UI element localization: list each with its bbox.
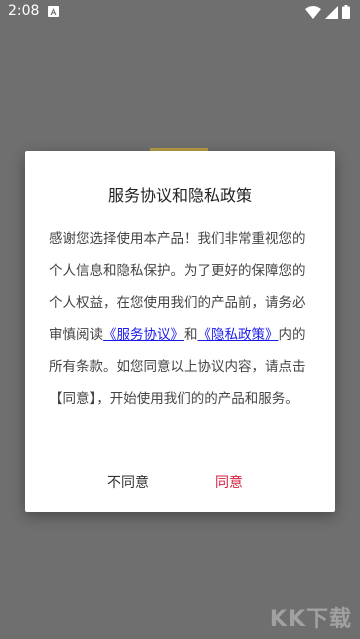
body-and-text: 和 [184, 327, 198, 343]
watermark-logo: KK下载 [269, 607, 352, 632]
dialog-title: 服务协议和隐私政策 [107, 186, 252, 205]
privacy-policy-link[interactable]: 《隐私政策》 [198, 327, 279, 343]
notification-a-icon [48, 6, 59, 17]
service-agreement-link[interactable]: 《服务协议》 [103, 327, 184, 343]
signal-icon [325, 5, 338, 19]
battery-icon [342, 5, 350, 19]
dialog-body: 感谢您选择使用本产品！我们非常重视您的个人信息和隐私保护。为了更好的保障您的个人… [49, 223, 315, 415]
dialog-actions: 不同意 同意 [25, 468, 335, 498]
agreement-dialog: 服务协议和隐私政策 感谢您选择使用本产品！我们非常重视您的个人信息和隐私保护。为… [25, 151, 335, 512]
status-icons [305, 5, 350, 19]
status-time: 2:08 [8, 3, 40, 19]
agree-button[interactable]: 同意 [207, 468, 251, 496]
wifi-icon [305, 5, 321, 19]
status-bar: 2:08 [0, 0, 360, 24]
disagree-button[interactable]: 不同意 [99, 468, 157, 496]
